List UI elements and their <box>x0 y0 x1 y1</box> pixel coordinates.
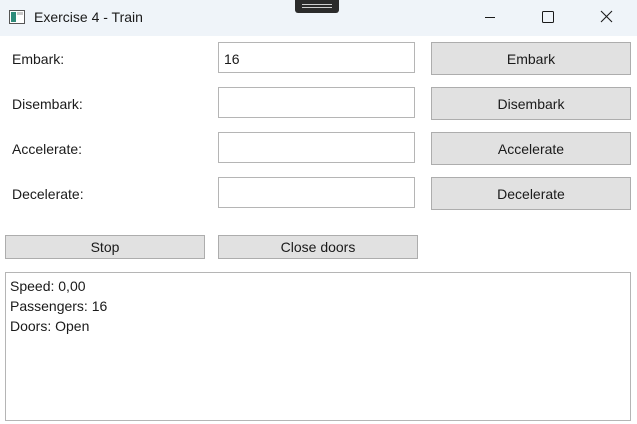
embark-input[interactable] <box>218 42 415 73</box>
window-app-icon <box>9 10 25 24</box>
disembark-button[interactable]: Disembark <box>431 87 631 120</box>
status-output[interactable]: Speed: 0,00 Passengers: 16 Doors: Open <box>5 272 631 421</box>
accelerate-label: Accelerate: <box>12 141 83 157</box>
maximize-button[interactable] <box>525 0 571 34</box>
app-window: Exercise 4 - Train Embark: Embark Disemb… <box>0 0 637 424</box>
embark-button[interactable]: Embark <box>431 42 631 75</box>
minimize-icon <box>485 17 495 18</box>
close-doors-button[interactable]: Close doors <box>218 235 418 259</box>
title-bar[interactable]: Exercise 4 - Train <box>0 0 637 36</box>
embark-label: Embark: <box>12 51 65 67</box>
decelerate-button[interactable]: Decelerate <box>431 177 631 210</box>
maximize-icon <box>542 11 554 23</box>
stop-button[interactable]: Stop <box>5 235 205 259</box>
accelerate-button[interactable]: Accelerate <box>431 132 631 165</box>
passengers-status: Passengers: 16 <box>10 298 108 314</box>
window-title: Exercise 4 - Train <box>34 9 143 25</box>
decelerate-label: Decelerate: <box>12 186 84 202</box>
disembark-label: Disembark: <box>12 96 83 112</box>
speed-status: Speed: 0,00 <box>10 278 86 294</box>
doors-status: Doors: Open <box>10 318 90 334</box>
accelerate-input[interactable] <box>218 132 415 163</box>
close-button[interactable] <box>583 0 629 34</box>
snap-layout-handle[interactable] <box>295 0 339 13</box>
close-icon <box>600 10 613 23</box>
disembark-input[interactable] <box>218 87 415 118</box>
decelerate-input[interactable] <box>218 177 415 208</box>
minimize-button[interactable] <box>467 0 513 34</box>
